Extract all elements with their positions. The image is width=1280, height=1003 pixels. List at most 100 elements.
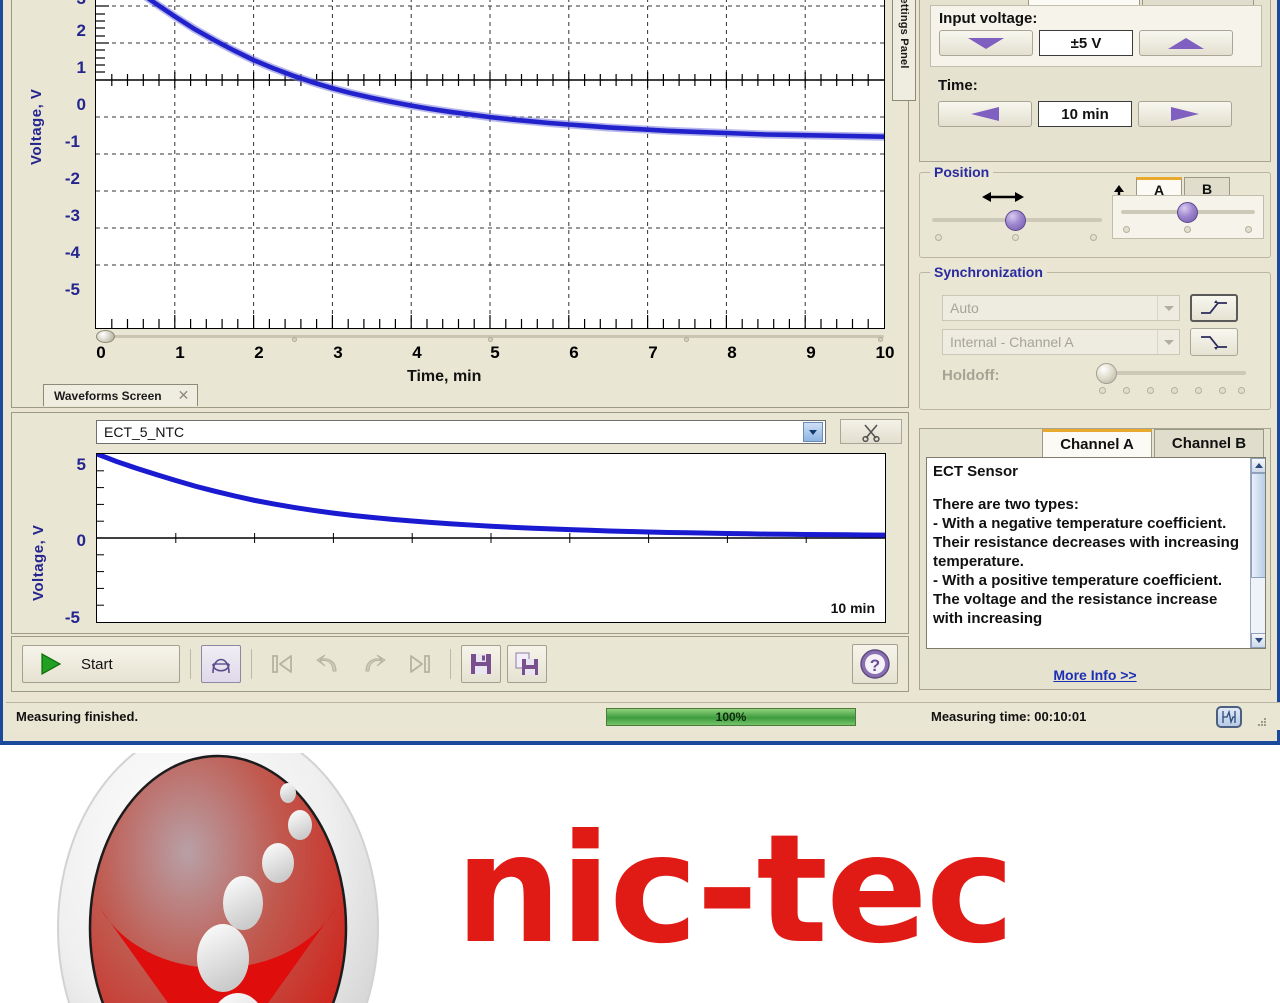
rising-edge-button[interactable] bbox=[1190, 294, 1238, 322]
sensor-info-heading: ECT Sensor bbox=[933, 463, 1019, 480]
sensor-info-tabs: Channel A Channel B bbox=[920, 429, 1270, 457]
x-tick-2: 2 bbox=[254, 343, 264, 362]
sensor-info-scrollbar[interactable] bbox=[1250, 458, 1265, 648]
input-voltage-group: Input voltage: ±5 V bbox=[930, 5, 1262, 67]
slider-tick bbox=[1012, 234, 1019, 241]
input-voltage-label: Input voltage: bbox=[939, 10, 1038, 27]
preview-chart-panel: ECT_5_NTC Voltage, V 5 0 -5 10 min bbox=[11, 412, 909, 634]
skip-to-start-icon bbox=[272, 655, 292, 673]
cut-waveform-button[interactable] bbox=[840, 419, 902, 444]
sensor-info-body[interactable]: ECT Sensor There are two types: - With a… bbox=[926, 457, 1266, 649]
input-voltage-increase-button[interactable] bbox=[1139, 30, 1233, 56]
synchronization-group-title: Synchronization bbox=[930, 264, 1047, 280]
info-tab-channel-a[interactable]: Channel A bbox=[1042, 429, 1152, 457]
settings-region: Channel A Channel B Input voltage: ±5 V bbox=[915, 0, 1277, 700]
sync-mode-dropdown[interactable]: Auto bbox=[942, 295, 1180, 321]
start-button-label: Start bbox=[81, 655, 113, 673]
scroll-up-button[interactable] bbox=[1251, 458, 1265, 473]
slider-tick bbox=[1195, 387, 1202, 394]
close-icon[interactable]: ✕ bbox=[178, 387, 190, 404]
time-increase-button[interactable] bbox=[1138, 101, 1232, 127]
brand-band: nic-tec bbox=[0, 745, 1280, 1003]
vertical-position-slider[interactable] bbox=[1121, 202, 1255, 233]
horizontal-position-slider[interactable] bbox=[932, 210, 1102, 242]
redo-button[interactable] bbox=[354, 645, 394, 683]
tab-waveforms-screen-label: Waveforms Screen bbox=[54, 388, 162, 403]
waveform-window-icon[interactable] bbox=[1216, 706, 1242, 728]
y-tick-m1: -1 bbox=[64, 132, 80, 151]
horizontal-position-control bbox=[932, 189, 1102, 242]
y-tick-m4: -4 bbox=[64, 243, 80, 262]
horizontal-arrows-icon bbox=[982, 192, 1024, 202]
input-voltage-decrease-button[interactable] bbox=[939, 30, 1033, 56]
tab-channel-b-label: Channel B bbox=[1161, 0, 1235, 2]
falling-edge-button[interactable] bbox=[1190, 328, 1238, 356]
time-decrease-button[interactable] bbox=[938, 101, 1032, 127]
tab-channel-a-label: Channel A bbox=[1047, 0, 1121, 3]
y-tick-m5: -5 bbox=[64, 280, 80, 299]
main-chart-horizontal-scrollbar[interactable] bbox=[96, 330, 884, 343]
scrollbar-thumb[interactable] bbox=[96, 330, 115, 343]
undo-arrow-icon bbox=[316, 654, 337, 672]
save-as-button[interactable] bbox=[507, 645, 547, 683]
scrollbar-thumb[interactable] bbox=[1251, 473, 1265, 578]
position-group-title: Position bbox=[930, 164, 994, 180]
tab-waveforms-screen[interactable]: Waveforms Screen ✕ bbox=[43, 384, 199, 406]
save-button[interactable] bbox=[461, 645, 501, 683]
question-mark-icon: ? bbox=[860, 649, 890, 679]
measuring-time: Measuring time: 00:10:01 bbox=[931, 709, 1087, 724]
x-tick-3: 3 bbox=[333, 343, 343, 362]
resize-grip-icon[interactable] bbox=[1256, 715, 1268, 733]
sync-source-dropdown[interactable]: Internal - Channel A bbox=[942, 329, 1180, 355]
y-tick-1: 1 bbox=[76, 58, 86, 77]
preview-y-tick-0: 0 bbox=[76, 531, 86, 550]
slider-tick bbox=[1123, 226, 1130, 233]
slider-tick bbox=[1219, 387, 1226, 394]
undo-button[interactable] bbox=[308, 645, 348, 683]
more-info-link[interactable]: More Info >> bbox=[920, 667, 1270, 683]
last-frame-button[interactable] bbox=[400, 645, 440, 683]
x-tick-5: 5 bbox=[490, 343, 500, 362]
chevron-down-icon[interactable] bbox=[803, 422, 823, 442]
scrollbar-pip bbox=[684, 337, 689, 342]
scroll-down-button[interactable] bbox=[1251, 633, 1265, 648]
settings-panel-tab[interactable]: Settings Panel bbox=[892, 0, 916, 101]
info-tab-channel-b[interactable]: Channel B bbox=[1154, 429, 1264, 457]
slider-thumb[interactable] bbox=[1096, 363, 1117, 384]
slider-bar[interactable] bbox=[1096, 371, 1246, 375]
y-tick-m2: -2 bbox=[64, 169, 80, 188]
y-tick-m3: -3 bbox=[64, 206, 80, 225]
triangle-right-icon bbox=[1171, 107, 1199, 121]
scrollbar-pip bbox=[292, 337, 297, 342]
input-voltage-value: ±5 V bbox=[1039, 30, 1133, 56]
channel-settings-card: Channel A Channel B Input voltage: ±5 V bbox=[919, 0, 1271, 162]
first-frame-button[interactable] bbox=[262, 645, 302, 683]
chevron-down-icon[interactable] bbox=[1157, 296, 1179, 320]
start-button[interactable]: Start bbox=[22, 645, 180, 683]
falling-edge-icon bbox=[1201, 336, 1227, 350]
holdoff-slider[interactable] bbox=[1096, 363, 1246, 394]
x-tick-1: 1 bbox=[175, 343, 185, 362]
waveform-tool-button[interactable] bbox=[201, 645, 241, 683]
preview-chart-plot-area[interactable]: 10 min bbox=[94, 451, 888, 623]
help-button[interactable]: ? bbox=[852, 644, 898, 684]
slider-thumb[interactable] bbox=[1005, 210, 1026, 231]
play-icon bbox=[41, 652, 62, 676]
x-tick-10: 10 bbox=[875, 343, 895, 362]
slider-tick bbox=[1184, 226, 1191, 233]
main-chart-plot-area[interactable] bbox=[95, 0, 885, 329]
slider-thumb[interactable] bbox=[1177, 202, 1198, 223]
chevron-down-icon[interactable] bbox=[1157, 330, 1179, 354]
scissors-icon bbox=[862, 423, 880, 442]
progress-bar: 100% bbox=[606, 708, 856, 726]
waveform-select[interactable]: ECT_5_NTC bbox=[96, 420, 826, 444]
floppy-disk-icon bbox=[471, 654, 491, 674]
svg-text:?: ? bbox=[870, 656, 880, 675]
preview-y-tick-m5: -5 bbox=[64, 608, 80, 627]
y-tick-3: 3 bbox=[60, 0, 86, 9]
status-bar: Measuring finished. 100% Measuring time:… bbox=[6, 702, 1280, 730]
settings-panel-tab-label: Settings Panel bbox=[898, 0, 910, 69]
slider-tick bbox=[1099, 387, 1106, 394]
x-tick-8: 8 bbox=[727, 343, 737, 362]
slider-tick bbox=[1147, 387, 1154, 394]
